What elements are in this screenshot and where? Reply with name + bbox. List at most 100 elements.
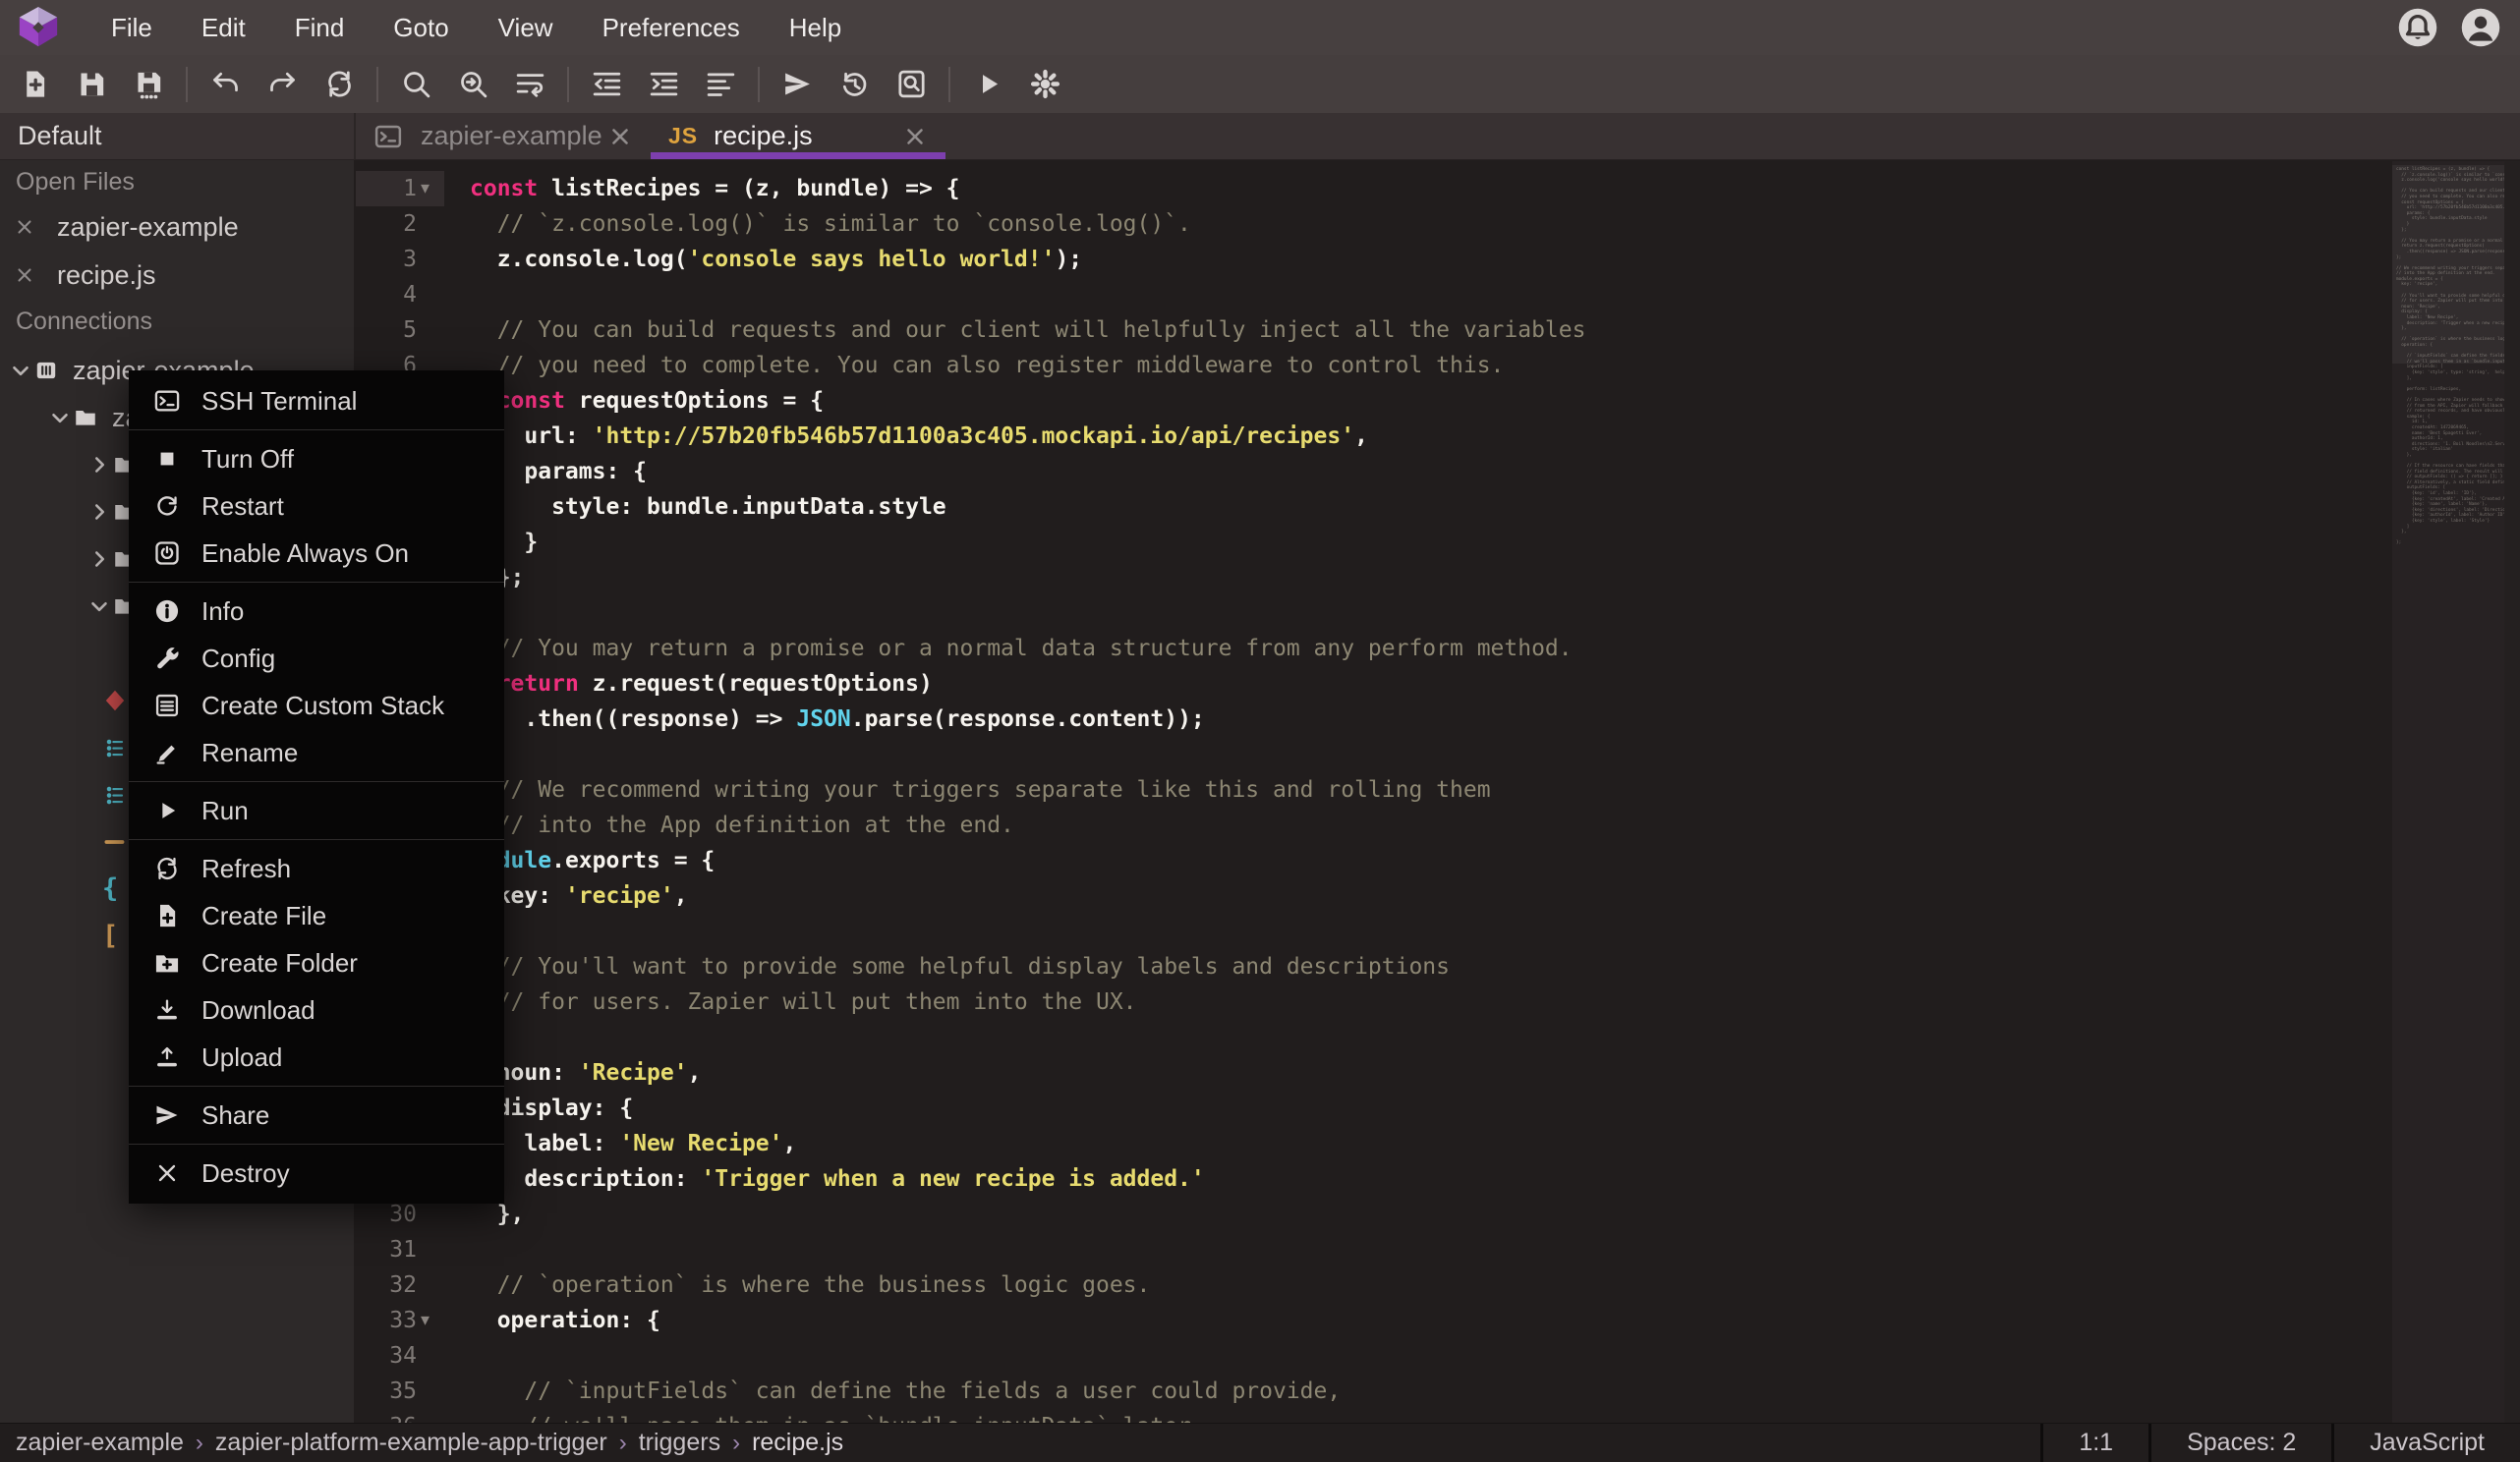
context-menu-item-destroy[interactable]: Destroy [129, 1150, 504, 1197]
menu-view[interactable]: View [474, 0, 578, 55]
context-menu-item-rename[interactable]: Rename [129, 729, 504, 776]
code-line[interactable]: 27 display: { [356, 1091, 2520, 1126]
context-menu-item-upload[interactable]: Upload [129, 1034, 504, 1081]
context-menu-item-refresh[interactable]: Refresh [129, 845, 504, 892]
code-line[interactable]: 12 }; [356, 560, 2520, 595]
menu-find[interactable]: Find [270, 0, 370, 55]
breadcrumb-item[interactable]: triggers [639, 1429, 720, 1457]
toolbar-sync-icon[interactable] [320, 66, 358, 103]
code-line[interactable]: 29 description: 'Trigger when a new reci… [356, 1161, 2520, 1197]
code-line[interactable]: 8 url: 'http://57b20fb546b57d1100a3c405.… [356, 419, 2520, 454]
code-line[interactable]: 1 ▾ const listRecipes = (z, bundle) => { [356, 171, 2520, 206]
minimap-viewport[interactable] [2392, 165, 2504, 364]
code-line[interactable]: 7 const requestOptions = { [356, 383, 2520, 419]
chevron-down-icon[interactable] [8, 358, 33, 383]
minimap[interactable]: const listRecipes = (z, bundle) => { // … [2392, 161, 2504, 1423]
context-menu-item-turn-off[interactable]: Turn Off [129, 435, 504, 482]
code-line[interactable]: 22 [356, 914, 2520, 949]
close-file-icon[interactable] [14, 216, 35, 238]
menu-preferences[interactable]: Preferences [578, 0, 765, 55]
code-line[interactable]: 10 style: bundle.inputData.style [356, 489, 2520, 525]
code-line[interactable]: 30 }, [356, 1197, 2520, 1232]
code-line[interactable]: 11 } [356, 525, 2520, 560]
toolbar-find-next-icon[interactable] [454, 66, 491, 103]
toolbar-redo-icon[interactable] [263, 66, 301, 103]
code-line[interactable]: 13 [356, 595, 2520, 631]
toolbar-run-icon[interactable] [969, 66, 1006, 103]
toolbar-deploy-icon[interactable] [778, 66, 816, 103]
code-line[interactable]: 9 params: { [356, 454, 2520, 489]
toolbar-word-wrap-icon[interactable] [511, 66, 548, 103]
context-menu-item-info[interactable]: Info [129, 588, 504, 635]
code-line[interactable]: 33 ▾ operation: { [356, 1303, 2520, 1338]
code-line[interactable]: 18 // We recommend writing your triggers… [356, 772, 2520, 808]
code-line[interactable]: 3 z.console.log('console says hello worl… [356, 242, 2520, 277]
code-editor[interactable]: 1 ▾ const listRecipes = (z, bundle) => {2 … [356, 160, 2520, 1423]
workspace-selector[interactable]: Default [0, 113, 354, 160]
chevron-right-icon[interactable] [86, 499, 112, 525]
close-tab-icon[interactable] [902, 124, 928, 149]
fold-arrow-icon[interactable]: ▾ [421, 171, 430, 206]
toolbar-format-align-icon[interactable] [702, 66, 739, 103]
code-line[interactable]: 14 // You may return a promise or a norm… [356, 631, 2520, 666]
code-line[interactable]: 5 // You can build requests and our clie… [356, 312, 2520, 348]
tab-recipe-js[interactable]: JS recipe.js [651, 113, 945, 159]
toolbar-new-file-icon[interactable] [16, 66, 53, 103]
fold-arrow-icon[interactable]: ▾ [421, 1303, 430, 1338]
context-menu-item-config[interactable]: Config [129, 635, 504, 682]
code-line[interactable]: 21 key: 'recipe', [356, 878, 2520, 914]
code-line[interactable]: 16 .then((response) => JSON.parse(respon… [356, 702, 2520, 737]
chevron-right-icon[interactable] [86, 452, 112, 478]
context-menu-item-restart[interactable]: Restart [129, 482, 504, 530]
code-line[interactable]: 31 [356, 1232, 2520, 1267]
code-line[interactable]: 24 // for users. Zapier will put them in… [356, 984, 2520, 1020]
language-mode[interactable]: JavaScript [2331, 1424, 2520, 1462]
context-menu-item-download[interactable]: Download [129, 986, 504, 1034]
chevron-down-icon[interactable] [47, 405, 73, 430]
indentation-setting[interactable]: Spaces: 2 [2148, 1424, 2331, 1462]
context-menu-item-share[interactable]: Share [129, 1092, 504, 1139]
toolbar-save-all-icon[interactable] [130, 66, 167, 103]
account-icon[interactable] [2459, 6, 2502, 49]
code-line[interactable]: 34 [356, 1338, 2520, 1374]
toolbar-search-icon[interactable] [397, 66, 434, 103]
code-line[interactable]: 35 // `inputFields` can define the field… [356, 1374, 2520, 1409]
menu-help[interactable]: Help [765, 0, 866, 55]
menu-file[interactable]: File [86, 0, 177, 55]
toolbar-save-icon[interactable] [73, 66, 110, 103]
close-file-icon[interactable] [14, 264, 35, 286]
context-menu-item-create-custom-stack[interactable]: Create Custom Stack [129, 682, 504, 729]
menu-edit[interactable]: Edit [177, 0, 270, 55]
open-file-recipe-js[interactable]: recipe.js [0, 252, 354, 299]
code-line[interactable]: 17 [356, 737, 2520, 772]
breadcrumb-item[interactable]: zapier-example [16, 1429, 184, 1457]
code-line[interactable]: 25 [356, 1020, 2520, 1055]
toolbar-indent-increase-icon[interactable] [645, 66, 682, 103]
notifications-icon[interactable] [2396, 6, 2439, 49]
menu-goto[interactable]: Goto [369, 0, 473, 55]
cursor-position[interactable]: 1:1 [2040, 1424, 2148, 1462]
code-line[interactable]: 6 // you need to complete. You can also … [356, 348, 2520, 383]
code-line[interactable]: 26 noun: 'Recipe', [356, 1055, 2520, 1091]
toolbar-indent-decrease-icon[interactable] [588, 66, 625, 103]
breadcrumb-item[interactable]: recipe.js [752, 1429, 843, 1457]
code-line[interactable]: 36 // we'll pass them in as `bundle.inpu… [356, 1409, 2520, 1423]
code-line[interactable]: 23 // You'll want to provide some helpfu… [356, 949, 2520, 984]
editor-scrollbar[interactable] [2504, 161, 2520, 1423]
toolbar-settings-icon[interactable] [1026, 66, 1063, 103]
code-line[interactable]: 20module.exports = { [356, 843, 2520, 878]
code-line[interactable]: 2 // `z.console.log()` is similar to `co… [356, 206, 2520, 242]
context-menu-item-ssh-terminal[interactable]: SSH Terminal [129, 377, 504, 424]
chevron-down-icon[interactable] [86, 593, 112, 619]
code-line[interactable]: 4 [356, 277, 2520, 312]
code-line[interactable]: 28 label: 'New Recipe', [356, 1126, 2520, 1161]
tab-zapier-example[interactable]: zapier-example [356, 113, 651, 159]
code-line[interactable]: 19 // into the App definition at the end… [356, 808, 2520, 843]
breadcrumb-item[interactable]: zapier-platform-example-app-trigger [215, 1429, 607, 1457]
toolbar-history-icon[interactable] [835, 66, 873, 103]
context-menu-item-enable-always-on[interactable]: Enable Always On [129, 530, 504, 577]
close-tab-icon[interactable] [607, 124, 633, 149]
toolbar-search-in-files-icon[interactable] [892, 66, 930, 103]
chevron-right-icon[interactable] [86, 546, 112, 572]
context-menu-item-run[interactable]: Run [129, 787, 504, 834]
